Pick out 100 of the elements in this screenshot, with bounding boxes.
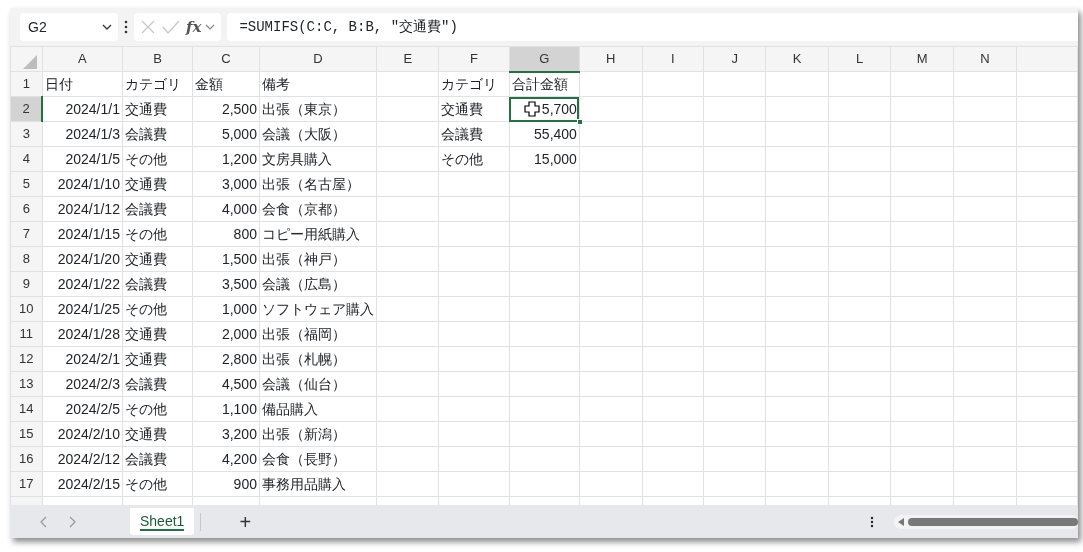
more-options-icon[interactable] [124, 20, 128, 34]
column-header[interactable]: E [376, 46, 439, 72]
cell-text: その他 [124, 150, 167, 167]
cell-text: 会議費 [124, 125, 167, 142]
row-header[interactable]: 16 [10, 446, 42, 472]
cell-text: 900 [233, 475, 257, 492]
row-header[interactable]: 17 [10, 471, 42, 497]
add-sheet-button[interactable]: + [233, 506, 258, 537]
cell-text: 2024/2/5 [65, 400, 120, 417]
column-header[interactable]: L [828, 46, 891, 72]
cell-text: 会議費 [124, 450, 167, 467]
cell-text: 交通費 [124, 425, 167, 442]
cell-text: その他 [124, 400, 167, 417]
cell-text: 1,100 [221, 400, 257, 417]
cell-text: 3,200 [221, 425, 257, 442]
row-header[interactable]: 12 [10, 346, 42, 372]
fill-handle[interactable] [576, 119, 583, 125]
cell-text: 4,500 [221, 375, 257, 392]
cell-text: 交通費 [441, 100, 484, 117]
cursor-icon [523, 101, 540, 117]
row-header[interactable]: 10 [10, 296, 42, 322]
cell-reference: G2 [28, 17, 47, 37]
cell-text: 金額 [195, 75, 224, 92]
row-header[interactable]: 15 [10, 421, 42, 447]
sheet-tab[interactable]: Sheet1 [130, 508, 195, 535]
cell-text: 備考 [261, 75, 290, 92]
row-header[interactable]: 8 [10, 246, 42, 272]
row-header[interactable]: 13 [10, 371, 42, 397]
cell-text: 3,500 [221, 275, 257, 292]
cell-text: 会議（大阪） [261, 125, 346, 142]
row-header[interactable]: 4 [10, 146, 42, 172]
cell-text: 2024/1/12 [57, 200, 120, 217]
column-header[interactable]: N [953, 46, 1017, 72]
cell-text: 2024/1/20 [57, 250, 120, 267]
cell-text: 出張（名古屋） [261, 175, 360, 192]
cell-text: 会食（長野） [261, 450, 346, 467]
cell-text: 会議費 [124, 275, 167, 292]
column-header[interactable]: I [642, 46, 704, 72]
cell-text: 会議費 [441, 125, 484, 142]
cell-text: 5,700 [541, 100, 577, 117]
column-header[interactable]: M [890, 46, 954, 72]
cell-text: 4,200 [221, 450, 257, 467]
cell-text: 4,000 [221, 200, 257, 217]
cell-text: ソフトウェア購入 [261, 300, 374, 317]
column-header[interactable]: J [703, 46, 766, 72]
column-header[interactable]: B [122, 46, 193, 72]
row-header[interactable]: 6 [10, 196, 42, 222]
cell-text: その他 [441, 150, 484, 167]
chevron-down-icon [205, 24, 216, 30]
row-header[interactable]: 11 [10, 321, 42, 347]
cell-text: 2,800 [221, 350, 257, 367]
cell-text: 合計金額 [511, 75, 568, 92]
cell-text: カテゴリ [124, 75, 181, 92]
cell-text: 会議（仙台） [261, 375, 346, 392]
column-header[interactable]: H [579, 46, 643, 72]
cell-text: 2024/2/10 [57, 425, 120, 442]
cell-text: 2024/1/15 [57, 225, 120, 242]
cell-text: 会議費 [124, 200, 167, 217]
name-box[interactable]: G2 [20, 13, 118, 41]
cell-text: 会議費 [124, 375, 167, 392]
more-options-icon[interactable] [870, 515, 874, 528]
cell-text: 2024/1/5 [65, 150, 120, 167]
cancel-icon[interactable] [140, 19, 156, 35]
cell-text: その他 [124, 225, 167, 242]
select-all-icon[interactable] [23, 55, 37, 69]
row-header[interactable]: 3 [10, 121, 42, 147]
cell-text: 会食（京都） [261, 200, 346, 217]
cell-text: 出張（札幌） [261, 350, 346, 367]
column-header[interactable]: G [509, 46, 580, 72]
cell-text: 出張（新潟） [261, 425, 346, 442]
cell-text: 文房具購入 [261, 150, 332, 167]
cell-text: 2024/1/3 [65, 125, 120, 142]
cell-text: 2024/2/1 [65, 350, 120, 367]
cell-text: 事務用品購入 [261, 475, 346, 492]
formula-field[interactable]: =SUMIFS(C:C, B:B, "交通費") [227, 13, 1078, 41]
cell-text: 5,000 [221, 125, 257, 142]
row-header[interactable]: 5 [10, 171, 42, 197]
cell-text: コピー用紙購入 [261, 225, 360, 242]
cell-text: 日付 [44, 75, 73, 92]
chevron-down-icon [102, 24, 112, 30]
column-header[interactable]: D [259, 46, 377, 72]
cell-text: 交通費 [124, 175, 167, 192]
check-icon[interactable] [162, 20, 180, 34]
cell-text: 交通費 [124, 100, 167, 117]
cell-text: 2024/1/1 [65, 100, 120, 117]
cell-text: 2024/2/12 [57, 450, 120, 467]
horizontal-scrollbar[interactable] [894, 514, 1078, 529]
cell-text: 出張（福岡） [261, 325, 346, 342]
column-header[interactable]: F [439, 46, 510, 72]
row-header[interactable]: 7 [10, 221, 42, 247]
cell-text: 交通費 [124, 325, 167, 342]
row-header[interactable]: 2 [10, 96, 42, 122]
cell-text: 2,500 [221, 100, 257, 117]
column-header[interactable]: K [765, 46, 829, 72]
cell-text: 2024/2/3 [65, 375, 120, 392]
column-header[interactable]: C [192, 46, 260, 72]
row-header[interactable]: 9 [10, 271, 42, 297]
column-header[interactable]: A [42, 46, 123, 72]
row-header[interactable]: 14 [10, 396, 42, 422]
row-header[interactable]: 1 [10, 71, 42, 97]
